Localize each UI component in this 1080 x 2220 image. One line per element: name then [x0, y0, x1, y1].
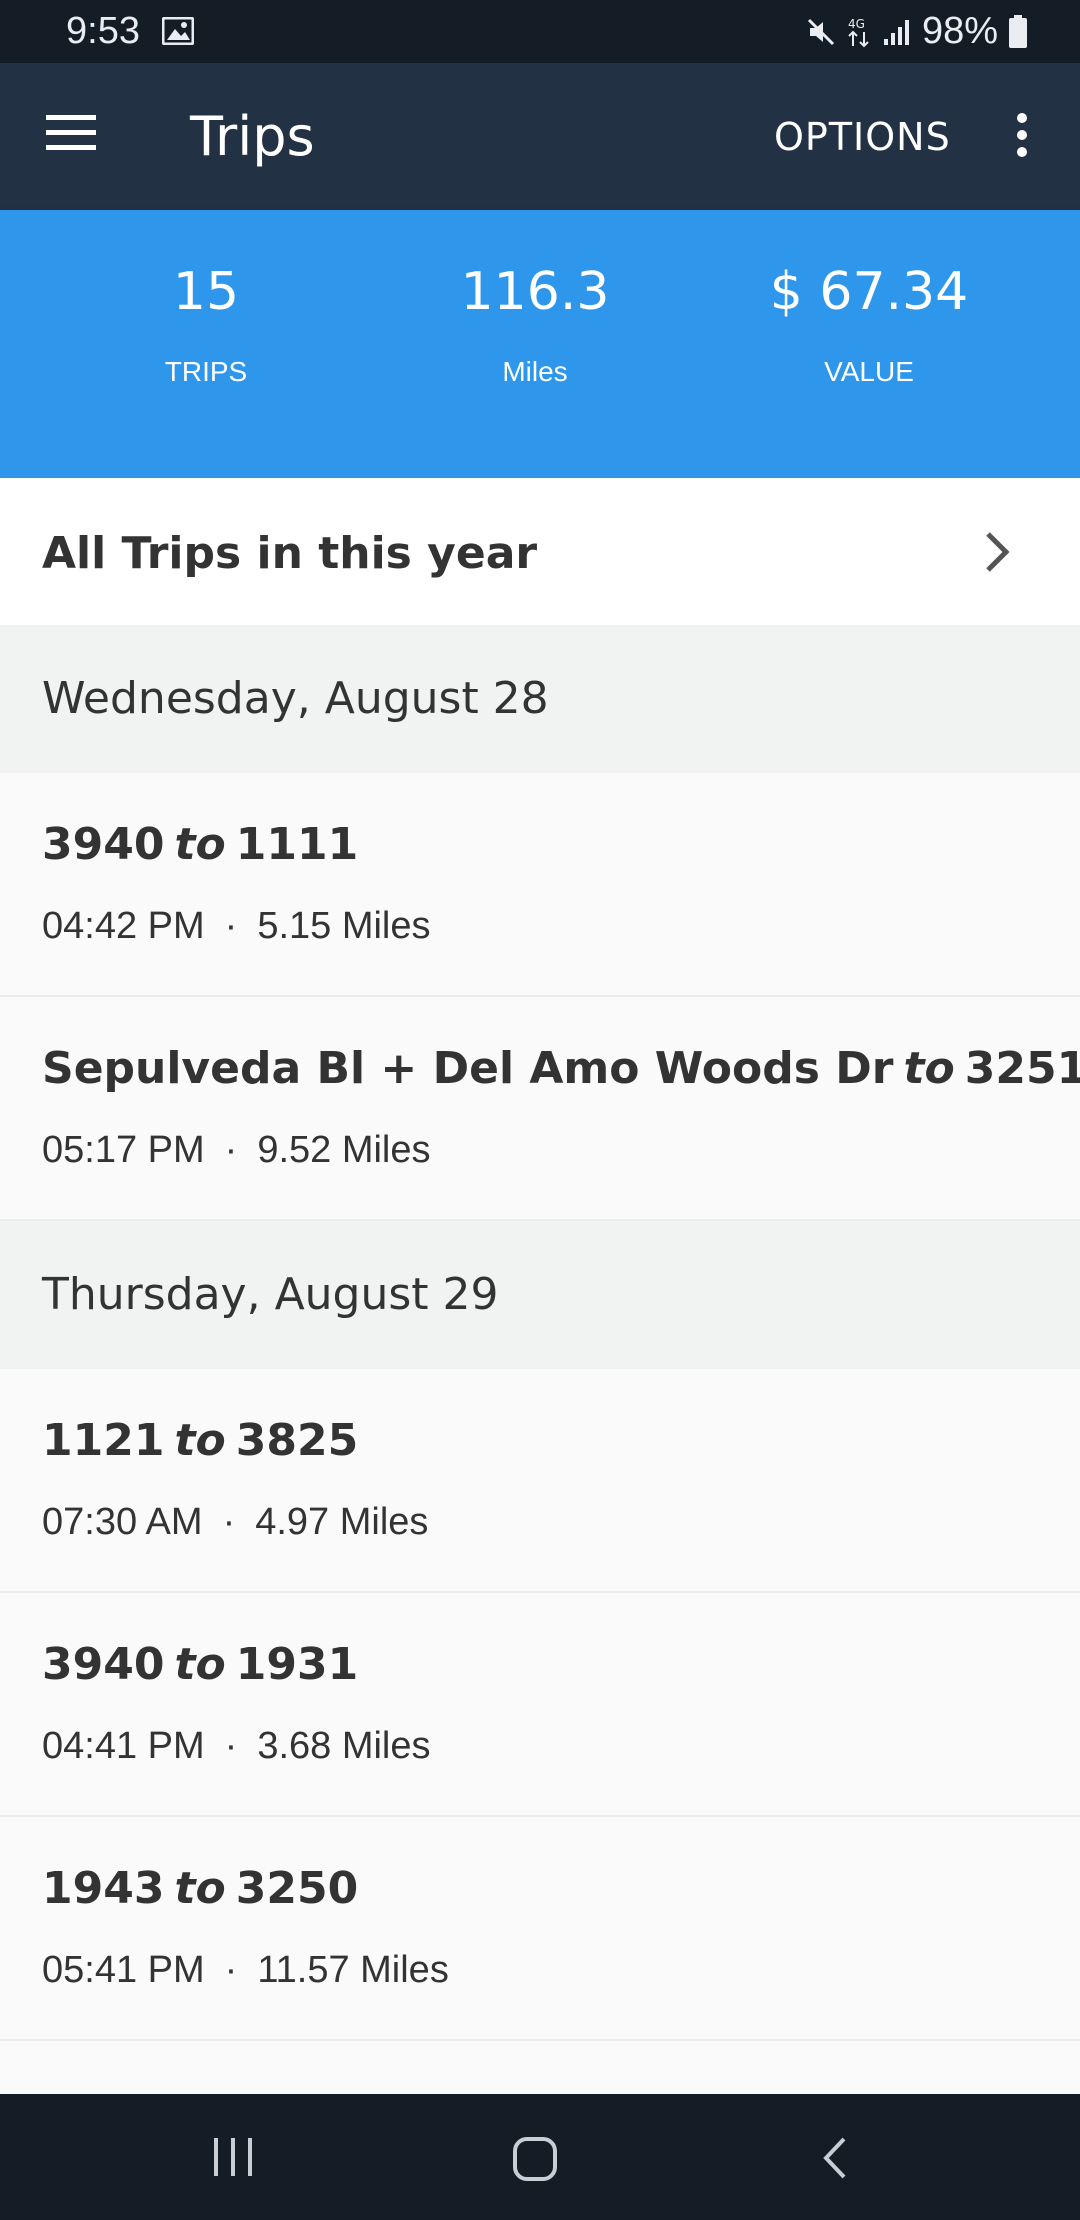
- trip-route: 3940 to 1111: [42, 819, 358, 870]
- trip-distance: 9.52 Miles: [257, 1129, 431, 1171]
- home-icon[interactable]: [512, 2136, 558, 2182]
- trip-to-word: to: [174, 1863, 226, 1914]
- trip-separator: ·: [222, 1501, 236, 1543]
- trip-row[interactable]: 3940 to 1111 04:42 PM · 5.15 Miles: [0, 773, 1080, 997]
- trip-origin: 3940: [42, 1639, 165, 1690]
- more-vertical-icon[interactable]: [1004, 111, 1040, 159]
- chevron-right-icon: [986, 532, 1010, 572]
- data-4g-icon: 4G: [848, 17, 869, 47]
- trip-time: 07:30 AM: [42, 1501, 203, 1543]
- filter-label: All Trips in this year: [42, 528, 538, 579]
- value-label: VALUE: [824, 356, 914, 387]
- value-total: $ 67.34: [769, 262, 969, 322]
- trip-destination: 1931: [235, 1639, 359, 1690]
- trip-meta: 04:42 PM · 5.15 Miles: [42, 905, 431, 948]
- trip-route: 3940 to 1931: [42, 1639, 358, 1690]
- trip-origin: 1943: [42, 1863, 165, 1914]
- system-nav-bar: [0, 2094, 1080, 2220]
- trips-stat: 15 TRIPS: [56, 262, 356, 388]
- trips-label: TRIPS: [164, 356, 248, 387]
- status-time: 9:53: [66, 10, 140, 52]
- trip-time: 05:17 PM: [42, 1129, 205, 1171]
- app-bar: Trips OPTIONS: [0, 63, 1080, 210]
- trip-meta: 04:41 PM · 3.68 Miles: [42, 1725, 431, 1768]
- recents-icon[interactable]: [210, 2136, 256, 2178]
- trip-destination: 3250: [235, 1863, 359, 1914]
- status-bar: 9:53 4G 98%: [0, 0, 1080, 63]
- trip-route: 1943 to 3250: [42, 1863, 358, 1914]
- value-stat: $ 67.34 VALUE: [719, 262, 1019, 388]
- trip-distance: 11.57 Miles: [257, 1949, 449, 1991]
- back-icon[interactable]: [820, 2136, 850, 2180]
- trips-count: 15: [172, 262, 240, 322]
- options-button[interactable]: OPTIONS: [774, 115, 951, 159]
- trip-route: Sepulveda Bl + Del Amo Woods Dr to 3251: [42, 1043, 1080, 1094]
- trip-separator: ·: [224, 1725, 238, 1767]
- trip-distance: 4.97 Miles: [255, 1501, 429, 1543]
- day-header-label: Wednesday, August 28: [42, 673, 549, 724]
- page-title: Trips: [190, 105, 315, 168]
- trip-row[interactable]: 1943 to 3250 05:41 PM · 11.57 Miles: [0, 1817, 1080, 2041]
- trip-row[interactable]: 3940 to 1931 04:41 PM · 3.68 Miles: [0, 1593, 1080, 1817]
- miles-total: 116.3: [460, 262, 610, 322]
- trip-separator: ·: [224, 905, 238, 947]
- trip-time: 05:41 PM: [42, 1949, 205, 1991]
- trip-to-word: to: [174, 1639, 226, 1690]
- trip-row[interactable]: Sepulveda Bl + Del Amo Woods Dr to 3251 05…: [0, 997, 1080, 1221]
- all-trips-filter[interactable]: All Trips in this year: [0, 478, 1080, 625]
- trip-meta: 05:41 PM · 11.57 Miles: [42, 1949, 449, 1992]
- trip-row[interactable]: 1121 to 3825 07:30 AM · 4.97 Miles: [0, 1369, 1080, 1593]
- trip-meta: 07:30 AM · 4.97 Miles: [42, 1501, 428, 1544]
- trip-time: 04:42 PM: [42, 905, 205, 947]
- status-indicators: 4G 98%: [806, 10, 1038, 53]
- trip-destination: 3825: [235, 1415, 359, 1466]
- trip-separator: ·: [224, 1129, 238, 1171]
- trip-time: 04:41 PM: [42, 1725, 205, 1767]
- image-notification-icon: [162, 17, 194, 45]
- battery-percentage: 98%: [921, 10, 998, 52]
- trip-meta: 05:17 PM · 9.52 Miles: [42, 1129, 431, 1172]
- mute-icon: [807, 18, 834, 45]
- miles-stat: 116.3 Miles: [385, 262, 685, 388]
- trip-to-word: to: [174, 819, 226, 870]
- trip-to-word: to: [903, 1043, 955, 1094]
- trip-origin: 1121: [42, 1415, 165, 1466]
- miles-label: Miles: [502, 356, 568, 387]
- day-header-label: Thursday, August 29: [42, 1269, 499, 1320]
- day-header: Wednesday, August 28: [0, 625, 1080, 773]
- hamburger-menu-icon[interactable]: [46, 113, 98, 153]
- trip-destination: 3251: [964, 1043, 1080, 1094]
- svg-text:4G: 4G: [848, 17, 865, 31]
- trip-summary: 15 TRIPS 116.3 Miles $ 67.34 VALUE: [0, 210, 1080, 478]
- signal-icon: [883, 19, 909, 45]
- trip-origin: Sepulveda Bl + Del Amo Woods Dr: [42, 1043, 894, 1094]
- battery-icon: [1009, 14, 1027, 48]
- trip-route: 1121 to 3825: [42, 1415, 358, 1466]
- trip-destination: 1111: [235, 819, 359, 870]
- trip-to-word: to: [174, 1415, 226, 1466]
- trip-origin: 3940: [42, 819, 165, 870]
- trip-distance: 5.15 Miles: [257, 905, 431, 947]
- trip-separator: ·: [224, 1949, 238, 1991]
- day-header: Thursday, August 29: [0, 1221, 1080, 1369]
- trip-distance: 3.68 Miles: [257, 1725, 431, 1767]
